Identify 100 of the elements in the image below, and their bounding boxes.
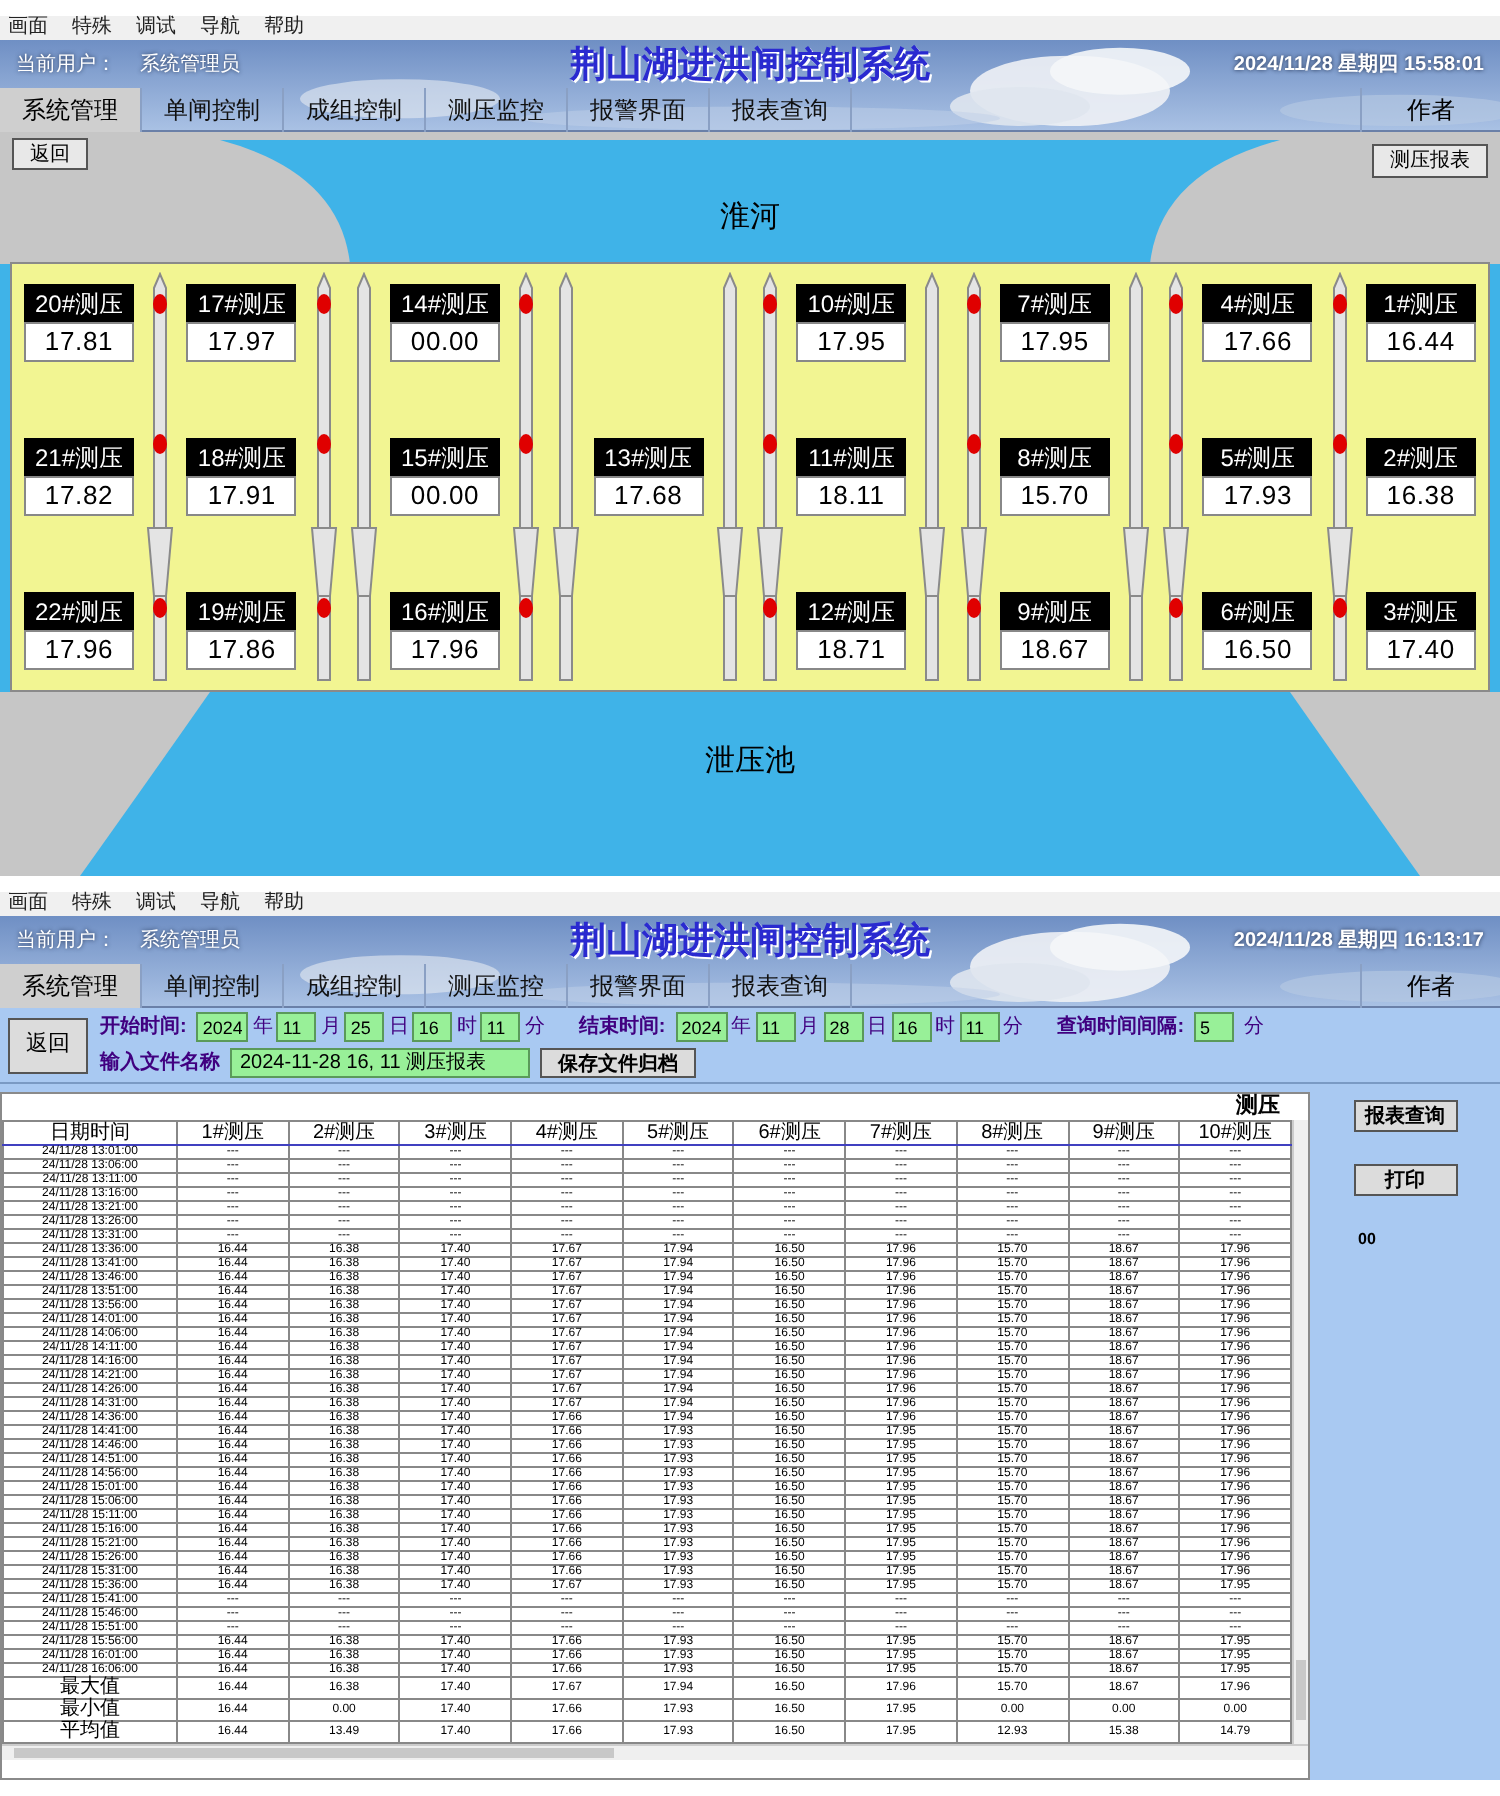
gauge-label: 4#测压 xyxy=(1202,284,1313,322)
menu-item[interactable]: 帮助 xyxy=(264,892,304,916)
gauge-value: 17.86 xyxy=(186,630,297,670)
gauge-label: 19#测压 xyxy=(186,592,297,630)
gauge-label: 17#测压 xyxy=(186,284,297,322)
status-text: 00 xyxy=(1358,1228,1376,1252)
gauge-value: 16.50 xyxy=(1202,630,1313,670)
number-field[interactable]: 11 xyxy=(480,1012,521,1042)
gauge-label: 16#测压 xyxy=(390,592,501,630)
user-name: 系统管理员 xyxy=(140,51,240,79)
number-field[interactable]: 11 xyxy=(959,1012,1000,1042)
menu-item[interactable]: 导航 xyxy=(200,892,240,916)
gauge-label: 7#测压 xyxy=(999,284,1110,322)
number-field[interactable]: 11 xyxy=(755,1012,796,1042)
report-title: 测压 xyxy=(1236,1094,1280,1120)
number-field[interactable]: 16 xyxy=(891,1012,932,1042)
column-header: 9#测压 xyxy=(1068,1121,1180,1145)
menu-item[interactable]: 调试 xyxy=(136,16,176,40)
row-header: 最大值 xyxy=(3,1677,177,1699)
gauge-label: 10#测压 xyxy=(796,284,907,322)
gauge-label: 22#测压 xyxy=(24,592,134,630)
gauge-label: 18#测压 xyxy=(186,438,297,476)
gauge-value: 17.81 xyxy=(24,322,134,362)
unit-label: 日 xyxy=(867,1014,888,1042)
unit-label: 月 xyxy=(799,1014,820,1042)
back-button[interactable]: 返回 xyxy=(8,1017,88,1073)
file-name-field[interactable]: 2024-11-28 16, 11 测压报表 xyxy=(230,1048,530,1078)
column-header: 8#测压 xyxy=(956,1121,1068,1145)
menu-item[interactable]: 特殊 xyxy=(72,16,112,40)
menu-item[interactable]: 帮助 xyxy=(264,16,304,40)
gauge-label: 21#测压 xyxy=(24,438,134,476)
gauge-value: 18.11 xyxy=(796,476,907,516)
menu-item[interactable]: 画面 xyxy=(8,16,48,40)
gauge-label: 8#测压 xyxy=(999,438,1110,476)
nav-tab[interactable]: 系统管理 xyxy=(0,964,142,1008)
column-header: 7#测压 xyxy=(845,1121,957,1145)
user-name: 系统管理员 xyxy=(140,927,240,955)
print-button[interactable]: 打印 xyxy=(1353,1164,1457,1196)
user-label: 当前用户： xyxy=(16,927,116,955)
river-label: 淮河 xyxy=(720,198,780,239)
menu-item[interactable]: 特殊 xyxy=(72,892,112,916)
column-header: 日期时间 xyxy=(3,1121,177,1145)
gauge-label: 6#测压 xyxy=(1202,592,1313,630)
gauge-label: 3#测压 xyxy=(1365,592,1476,630)
number-field[interactable]: 2024 xyxy=(196,1012,249,1042)
vertical-scrollbar[interactable] xyxy=(1292,1120,1308,1744)
query-report-button[interactable]: 报表查询 xyxy=(1353,1100,1457,1132)
report-button[interactable]: 测压报表 xyxy=(1372,144,1488,178)
column-header: 1#测压 xyxy=(177,1121,289,1145)
gauge-label: 12#测压 xyxy=(796,592,907,630)
number-field[interactable]: 25 xyxy=(344,1012,385,1042)
menu-item[interactable]: 调试 xyxy=(136,892,176,916)
unit-label: 分 xyxy=(1003,1014,1024,1042)
back-button[interactable]: 返回 xyxy=(12,138,88,170)
gauge-value: 16.38 xyxy=(1365,476,1476,516)
number-field[interactable]: 2024 xyxy=(675,1012,728,1042)
row-header: 最小值 xyxy=(3,1699,177,1721)
date-time: 2024/11/28 星期四 16:13:17 xyxy=(1231,927,1484,955)
gauge-label: 9#测压 xyxy=(999,592,1110,630)
menu-item[interactable]: 画面 xyxy=(8,892,48,916)
column-header: 10#测压 xyxy=(1179,1121,1291,1145)
gauge-label: 11#测压 xyxy=(796,438,907,476)
end-time-label: 结束时间: xyxy=(578,1013,666,1042)
column-header: 4#测压 xyxy=(511,1121,623,1145)
nav-tab[interactable]: 系统管理 xyxy=(0,88,142,132)
unit-label: 年 xyxy=(731,1014,752,1042)
gauge-label: 5#测压 xyxy=(1202,438,1313,476)
unit-label: 时 xyxy=(935,1013,956,1042)
gauge-value: 17.91 xyxy=(186,476,297,516)
number-field[interactable]: 11 xyxy=(276,1012,317,1042)
gauge-value: 17.95 xyxy=(796,322,907,362)
gauge-label: 2#测压 xyxy=(1365,438,1476,476)
column-header: 5#测压 xyxy=(622,1121,734,1145)
gauge-value: 17.96 xyxy=(24,630,134,670)
gauge-value: 00.00 xyxy=(390,322,501,362)
gauge-value: 17.97 xyxy=(186,322,297,362)
gauge-value: 18.67 xyxy=(999,630,1110,670)
unit-label: 分 xyxy=(524,1014,545,1042)
unit-label: 年 xyxy=(252,1014,273,1042)
interval-label: 查询时间间隔: xyxy=(1057,1013,1185,1042)
number-field[interactable]: 16 xyxy=(412,1012,453,1042)
gauge-value: 18.71 xyxy=(796,630,907,670)
gauge-value: 17.66 xyxy=(1202,322,1313,362)
gauge-value: 00.00 xyxy=(390,476,501,516)
gauge-value: 17.93 xyxy=(1202,476,1313,516)
gauge-label: 14#测压 xyxy=(390,284,501,322)
gauge-value: 17.68 xyxy=(593,476,704,516)
start-time-label: 开始时间: xyxy=(100,1013,187,1042)
menu-item[interactable]: 导航 xyxy=(200,16,240,40)
number-field[interactable]: 28 xyxy=(823,1012,864,1042)
column-header: 6#测压 xyxy=(733,1121,846,1145)
gauge-value: 17.95 xyxy=(999,322,1110,362)
gauge-value: 17.96 xyxy=(390,630,501,670)
horizontal-scrollbar[interactable] xyxy=(2,1744,1308,1760)
save-archive-button[interactable]: 保存文件归档 xyxy=(540,1048,696,1078)
user-label: 当前用户： xyxy=(16,51,116,79)
number-field[interactable]: 5 xyxy=(1194,1012,1235,1042)
gauge-label: 13#测压 xyxy=(593,438,704,476)
pool-label: 泄压池 xyxy=(705,741,795,782)
unit-label: 日 xyxy=(388,1014,409,1042)
